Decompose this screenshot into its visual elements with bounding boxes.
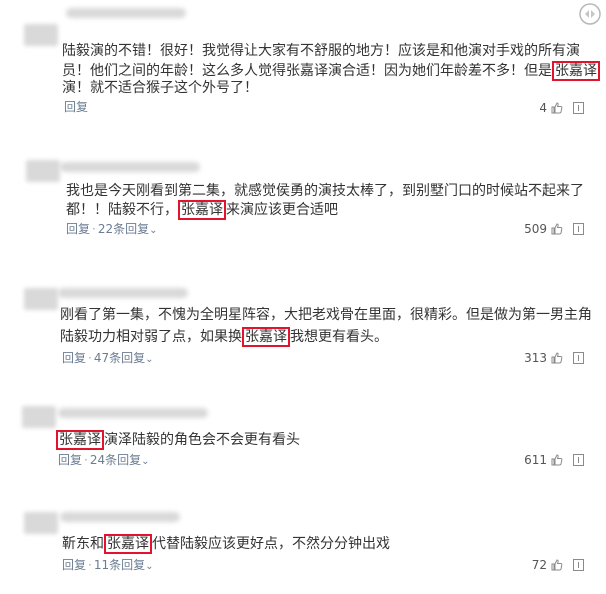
view-replies-button[interactable]: 11条回复⌄ bbox=[94, 558, 154, 572]
like-count: 72 bbox=[531, 558, 547, 572]
reply-button[interactable]: 回复 bbox=[62, 558, 86, 572]
like-area: 4 bbox=[539, 100, 584, 116]
reply-button[interactable]: 回复 bbox=[62, 351, 86, 365]
chevron-down-icon: ⌄ bbox=[145, 354, 154, 365]
watermark-icon bbox=[579, 3, 601, 25]
like-count: 313 bbox=[524, 351, 547, 365]
chevron-down-icon: ⌄ bbox=[145, 561, 154, 572]
report-icon[interactable] bbox=[573, 454, 584, 466]
chevron-down-icon: ⌄ bbox=[141, 456, 150, 467]
comment-text-line: 演！就不适合猴子这个外号了！ bbox=[62, 80, 258, 96]
avatar bbox=[24, 288, 58, 310]
comment-actions: 回复 · 22条回复⌄ bbox=[66, 222, 158, 236]
view-replies-button[interactable]: 22条回复⌄ bbox=[98, 222, 158, 236]
highlighted-name: 张嘉译 bbox=[104, 534, 152, 554]
highlighted-name: 张嘉译 bbox=[178, 200, 226, 220]
avatar bbox=[26, 160, 60, 182]
comment-actions: 回复 · 47条回复⌄ bbox=[62, 351, 154, 365]
reply-button[interactable]: 回复 bbox=[64, 100, 88, 114]
comment-text-line: 陆毅功力相对弱了点，如果换 张嘉译 我想更有看头。 bbox=[60, 327, 388, 347]
highlighted-name: 张嘉译 bbox=[552, 61, 600, 81]
like-area: 509 bbox=[524, 221, 584, 237]
like-count: 4 bbox=[539, 101, 547, 115]
highlighted-name: 张嘉译 bbox=[242, 327, 290, 347]
thumbs-up-icon[interactable] bbox=[551, 454, 563, 466]
like-count: 611 bbox=[524, 453, 547, 467]
view-replies-button[interactable]: 24条回复⌄ bbox=[90, 453, 150, 467]
avatar bbox=[22, 406, 56, 428]
like-area: 611 bbox=[524, 452, 584, 468]
comment-actions: 回复 bbox=[64, 99, 88, 115]
like-area: 72 bbox=[532, 557, 584, 573]
report-icon[interactable] bbox=[573, 352, 584, 364]
comment-text-line: 我也是今天刚看到第二集，就感觉侯勇的演技太棒了，到别墅门口的时候站不起来了 bbox=[66, 183, 584, 199]
comment-text-line: 陆毅演的不错！很好！我觉得让大家有不舒服的地方！应该是和他演对手戏的所有演 bbox=[62, 43, 580, 59]
username-blurred bbox=[60, 512, 180, 522]
like-area: 313 bbox=[524, 350, 584, 366]
report-icon[interactable] bbox=[573, 223, 584, 235]
thumbs-up-icon[interactable] bbox=[551, 559, 563, 571]
view-replies-button[interactable]: 47条回复⌄ bbox=[94, 351, 154, 365]
username-blurred bbox=[66, 8, 186, 18]
avatar bbox=[24, 24, 58, 46]
comment-text-line: 都！！陆毅不行， 张嘉译 来演应该更合适吧 bbox=[66, 200, 338, 220]
chevron-down-icon: ⌄ bbox=[149, 225, 158, 236]
thumbs-up-icon[interactable] bbox=[551, 352, 563, 364]
comment-text-line: 张嘉译 演泽陆毅的角色会不会更有看头 bbox=[56, 430, 300, 450]
thumbs-up-icon[interactable] bbox=[551, 102, 563, 114]
avatar bbox=[24, 512, 58, 534]
comment-actions: 回复 · 24条回复⌄ bbox=[58, 453, 150, 467]
reply-button[interactable]: 回复 bbox=[58, 453, 82, 467]
username-blurred bbox=[58, 408, 208, 418]
like-count: 509 bbox=[524, 222, 547, 236]
highlighted-name: 张嘉译 bbox=[56, 430, 104, 450]
username-blurred bbox=[60, 162, 200, 172]
username-blurred bbox=[58, 288, 188, 298]
comment-actions: 回复 · 11条回复⌄ bbox=[62, 558, 154, 572]
report-icon[interactable] bbox=[573, 559, 584, 571]
reply-button[interactable]: 回复 bbox=[66, 222, 90, 236]
report-icon[interactable] bbox=[573, 102, 584, 114]
thumbs-up-icon[interactable] bbox=[551, 223, 563, 235]
comment-text-line: 靳东和 张嘉译 代替陆毅应该更好点，不然分分钟出戏 bbox=[62, 534, 390, 554]
comment-text-line: 刚看了第一集，不愧为全明星阵容，大把老戏骨在里面，很精彩。但是做为第一男主角 bbox=[60, 307, 592, 323]
